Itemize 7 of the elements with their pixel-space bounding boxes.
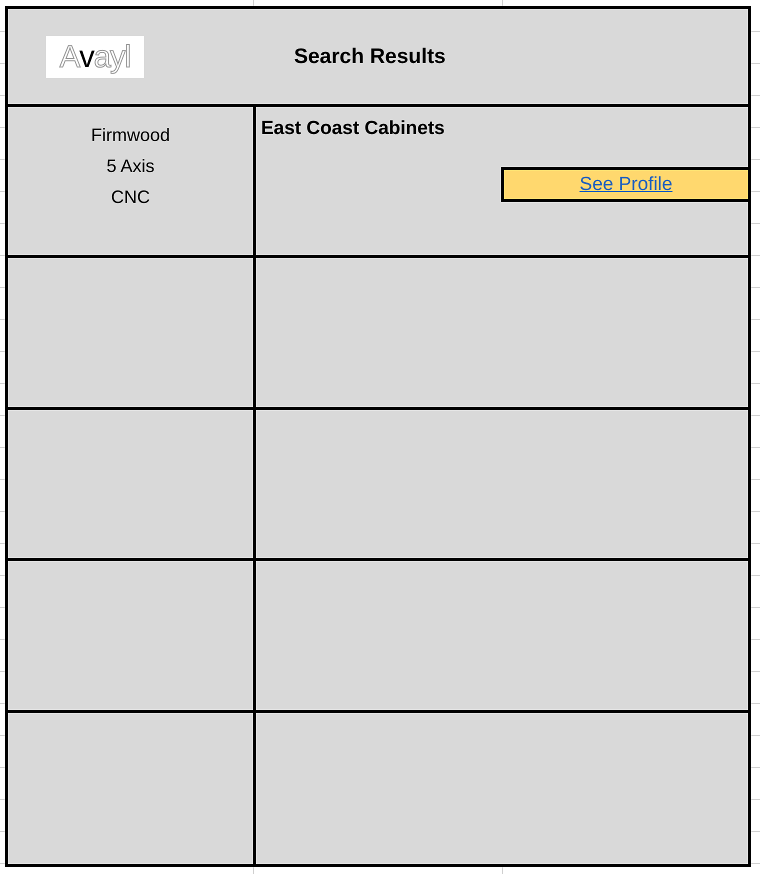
detail-text: Firmwood (90, 124, 170, 147)
logo: Avayl (46, 36, 144, 78)
see-profile-link[interactable]: See Profile (501, 167, 751, 202)
detail-text: CNC (111, 186, 150, 209)
detail-text: 5 Axis (106, 155, 155, 178)
page-title: Search Results (294, 44, 446, 68)
company-name: East Coast Cabinets (261, 117, 446, 141)
